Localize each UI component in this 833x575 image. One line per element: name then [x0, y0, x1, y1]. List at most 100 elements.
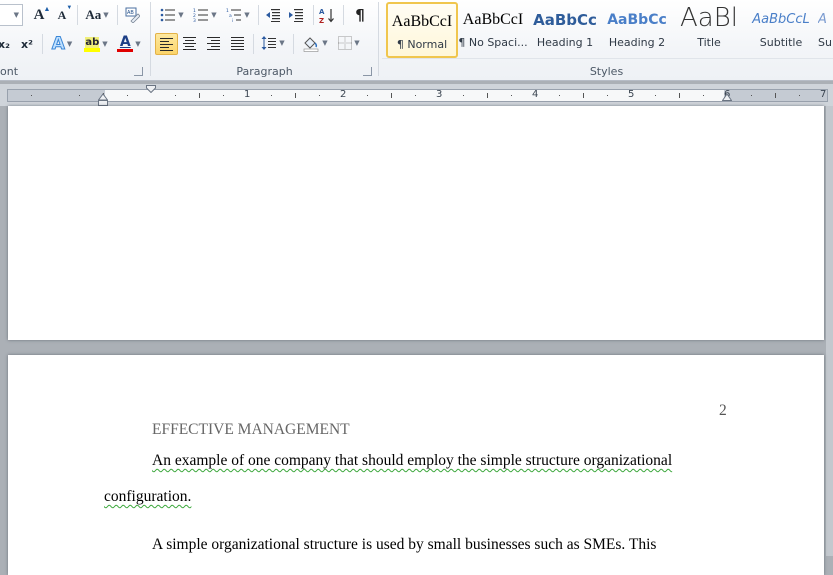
justify-button[interactable] — [227, 33, 248, 53]
chevron-down-icon: ▼ — [244, 11, 250, 19]
shrink-font-glyph: A — [57, 7, 67, 22]
divider — [253, 34, 254, 54]
style-heading-2[interactable]: AaBbCc Heading 2 — [602, 2, 672, 56]
chevron-down-icon: ▼ — [66, 40, 73, 48]
clear-formatting-button[interactable]: AB — [122, 5, 142, 25]
style-name: ¶ No Spaci... — [458, 36, 528, 49]
ruler-dot — [559, 95, 560, 96]
highlight-button[interactable]: ab ▼ — [80, 34, 112, 54]
style-normal[interactable]: AaBbCcI ¶ Normal — [386, 2, 458, 58]
ruler-number: 2 — [340, 89, 347, 100]
horizontal-ruler[interactable]: 11234567 — [0, 84, 833, 106]
change-case-button[interactable]: Aa ▼ — [83, 5, 111, 25]
font-size-combo[interactable]: ▼ — [0, 4, 23, 26]
heading-line-1: An example of one company that should em… — [152, 452, 673, 469]
bullets-button[interactable]: ▼ — [157, 6, 187, 24]
sort-button[interactable]: A Z — [317, 5, 337, 25]
divider — [258, 5, 259, 25]
ruler-tick — [391, 93, 392, 98]
decrease-indent-button[interactable] — [263, 6, 283, 24]
style-name: ¶ Normal — [396, 38, 448, 51]
align-left-button[interactable] — [155, 33, 178, 55]
ruler-number: 4 — [532, 89, 539, 100]
text-effects-icon: A — [51, 34, 65, 55]
ruler-tick — [775, 93, 776, 98]
style-title[interactable]: AaBl Title — [674, 2, 744, 56]
align-center-icon — [183, 36, 196, 50]
ruler-tick — [583, 93, 584, 98]
chevron-down-icon: ▼ — [103, 11, 109, 19]
superscript-icon: x² — [21, 37, 33, 51]
line-spacing-icon — [261, 36, 277, 50]
style-name: Su — [818, 36, 832, 49]
shrink-font-button[interactable]: A ▼ — [53, 5, 73, 25]
styles-divider — [382, 58, 833, 59]
font-color-glyph: A — [119, 34, 131, 50]
ruler-dot — [31, 95, 32, 96]
divider — [42, 34, 43, 54]
paragraph-dialog-launcher-icon[interactable] — [363, 67, 372, 76]
line-spacing-button[interactable]: ▼ — [258, 33, 288, 53]
page-2[interactable]: 2 EFFECTIVE MANAGEMENT An example of one… — [8, 355, 824, 575]
multilevel-list-icon: 1 a i — [226, 8, 242, 22]
style-no-spacing[interactable]: AaBbCcI ¶ No Spaci... — [458, 2, 528, 56]
decrease-indent-icon — [266, 9, 280, 22]
pilcrow-icon: ¶ — [355, 6, 365, 24]
numbering-button[interactable]: 1 2 3 ▼ — [190, 6, 220, 24]
style-sample: AaBbCcI — [391, 13, 453, 30]
hanging-indent-marker[interactable] — [98, 93, 108, 107]
grow-font-button[interactable]: A ▲ — [30, 4, 51, 25]
text-effects-button[interactable]: A ▼ — [49, 34, 75, 55]
ruler-dot — [175, 95, 176, 96]
page-number: 2 — [719, 402, 727, 419]
style-sample: AaBbCc — [607, 12, 667, 28]
style-sample: AaBbCcI — [462, 11, 524, 28]
first-line-indent-marker[interactable] — [146, 85, 156, 93]
superscript-button[interactable]: x² — [18, 35, 36, 53]
style-name: Heading 2 — [608, 36, 666, 49]
change-case-icon: Aa — [85, 7, 102, 22]
align-right-icon — [207, 36, 220, 50]
font-dialog-launcher-icon[interactable] — [134, 67, 143, 76]
multilevel-list-button[interactable]: 1 a i ▼ — [223, 6, 253, 24]
style-subtitle[interactable]: AaBbCcL Subtitle — [746, 2, 816, 56]
show-formatting-marks-button[interactable]: ¶ — [350, 5, 370, 25]
chevron-down-icon: ▼ — [102, 40, 108, 48]
align-left-icon — [160, 37, 173, 51]
shading-button[interactable]: ▼ — [299, 33, 331, 53]
align-right-button[interactable] — [203, 33, 224, 53]
page-1[interactable] — [8, 106, 824, 340]
chevron-down-icon: ▼ — [135, 40, 141, 48]
align-center-button[interactable] — [179, 33, 200, 53]
ruler-bar: 11234567 — [7, 89, 828, 102]
divider — [293, 34, 294, 54]
chevron-down-icon: ▼ — [279, 39, 285, 47]
grow-font-icon: A ▲ — [33, 4, 51, 23]
svg-text:A: A — [319, 8, 325, 16]
ruler-tick — [487, 93, 488, 98]
style-name: Title — [697, 36, 721, 49]
borders-button[interactable]: ▼ — [334, 33, 364, 53]
body-text-line-1: A simple organizational structure is use… — [152, 536, 657, 553]
divider — [117, 5, 118, 25]
increase-indent-button[interactable] — [286, 6, 306, 24]
increase-indent-icon — [289, 9, 303, 22]
ruler-tick — [199, 93, 200, 98]
subscript-button[interactable]: x₂ — [0, 35, 12, 53]
right-indent-marker[interactable] — [722, 93, 732, 101]
style-subtle-emphasis[interactable]: A Su — [818, 2, 833, 56]
ruler-number: 5 — [628, 89, 635, 100]
divider — [313, 5, 314, 25]
style-heading-1[interactable]: AaBbCc Heading 1 — [530, 2, 600, 56]
ruler-dot — [751, 95, 752, 96]
ruler-number: 7 — [820, 89, 827, 100]
font-color-button[interactable]: A ▼ — [114, 34, 144, 54]
highlight-glyph: ab — [85, 36, 100, 48]
divider — [77, 5, 78, 25]
ruler-tick — [295, 93, 296, 98]
ruler-dot — [655, 95, 656, 96]
group-separator — [378, 2, 379, 76]
chevron-down-icon: ▼ — [178, 11, 184, 19]
chevron-down-icon: ▼ — [13, 11, 19, 19]
highlight-icon: ab — [84, 36, 101, 52]
